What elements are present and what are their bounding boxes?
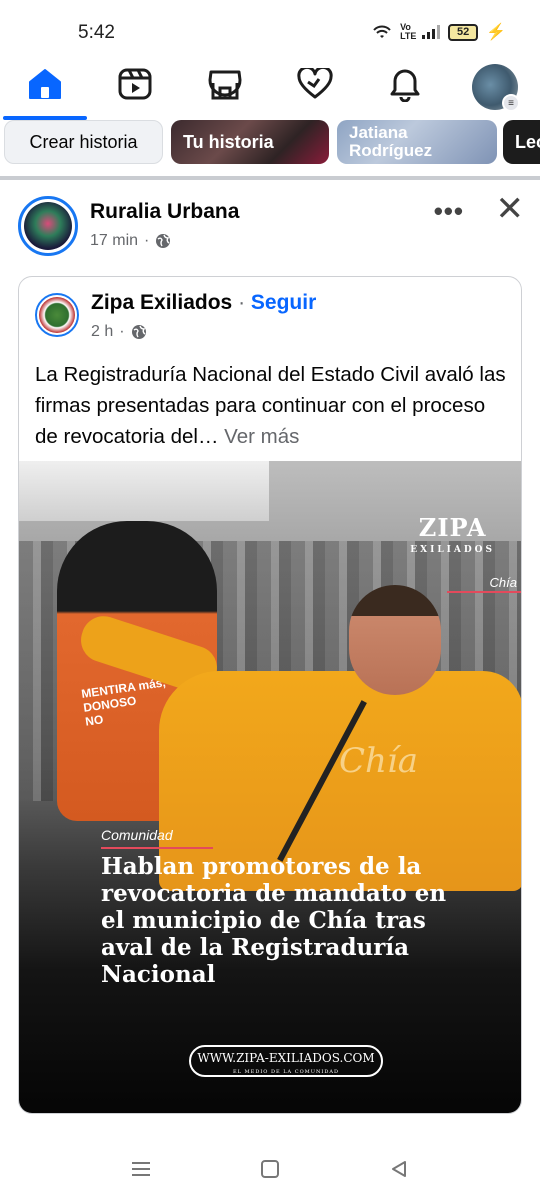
stories-row: Crear historia Tu historia Jatiana Rodrí… [0, 120, 540, 170]
status-icons: Vo LTE 52 ⚡ [372, 22, 506, 42]
tab-dating[interactable] [283, 62, 347, 120]
system-home-button[interactable] [250, 1152, 290, 1186]
top-nav: ≡ [0, 62, 540, 120]
create-story-button[interactable]: Crear historia [4, 120, 163, 164]
story-card[interactable]: Leo [503, 120, 540, 164]
shared-page-title-row: Zipa Exiliados · Seguir [91, 291, 316, 315]
close-icon[interactable]: ✕ [496, 192, 525, 226]
recents-icon [132, 1162, 150, 1176]
divider [0, 176, 540, 180]
tab-marketplace[interactable] [193, 62, 257, 120]
title-separator: · [238, 291, 246, 314]
marketplace-icon [208, 70, 242, 100]
volte-icon: Vo LTE [400, 22, 417, 41]
story-card[interactable]: Tu historia [171, 120, 329, 164]
shared-page-avatar[interactable] [35, 293, 79, 337]
page-avatar[interactable] [18, 196, 78, 256]
story-label: Tu historia [183, 131, 274, 152]
recents-button[interactable] [121, 1152, 161, 1186]
menu-icon: ≡ [502, 94, 520, 112]
bell-icon [390, 69, 420, 102]
image-headline: Hablan promotores de la revocatoria de m… [101, 853, 447, 988]
post-time[interactable]: 17 min [90, 232, 138, 250]
status-time: 5:42 [78, 22, 115, 43]
globe-icon [156, 234, 171, 248]
story-card[interactable]: Jatiana Rodríguez [337, 120, 497, 164]
system-nav-bar [0, 1138, 540, 1200]
image-url-subtext: EL MEDIO DE LA COMUNIDAD [232, 1069, 339, 1075]
page-logo [24, 202, 72, 250]
image-url-badge: WWW.ZIPA-EXILIADOS.COM EL MEDIO DE LA CO… [189, 1045, 383, 1077]
shared-post-header: Zipa Exiliados · Seguir 2 h · [35, 289, 505, 349]
story-label: Jatiana Rodríguez [349, 123, 433, 160]
home-icon [29, 69, 61, 99]
shared-post-card[interactable]: Zipa Exiliados · Seguir 2 h · La Registr… [18, 276, 522, 1114]
category-underline [101, 847, 213, 849]
heart-icon [297, 68, 333, 99]
image-location-tag: Chía [489, 575, 517, 590]
video-icon [118, 68, 152, 100]
post-meta: 17 min · [90, 232, 171, 250]
location-underline [447, 591, 521, 593]
image-sweater-text: Chía [339, 741, 419, 781]
shared-post-time[interactable]: 2 h [91, 323, 113, 341]
story-label: Leo [515, 131, 540, 152]
more-options-button[interactable]: ••• [434, 196, 464, 227]
image-url-text: WWW.ZIPA-EXILIADOS.COM [197, 1051, 375, 1065]
image-logo-text: ZIPA [418, 513, 487, 542]
image-banner-text: MENTIRA más, DONOSO NO [80, 675, 167, 729]
wifi-icon [373, 25, 391, 38]
back-button[interactable] [379, 1152, 419, 1186]
tab-home[interactable] [3, 62, 87, 120]
shared-post-meta: 2 h · [91, 323, 147, 341]
see-more-link[interactable]: Ver más [224, 425, 299, 448]
tab-video[interactable] [103, 62, 167, 120]
shared-page-name[interactable]: Zipa Exiliados [91, 291, 232, 314]
signal-icon [422, 25, 441, 39]
follow-button[interactable]: Seguir [251, 291, 316, 314]
back-icon [392, 1161, 406, 1177]
charging-icon: ⚡ [486, 24, 506, 41]
shared-page-logo [39, 297, 75, 333]
image-canopy [19, 461, 269, 521]
page-name[interactable]: Ruralia Urbana [90, 200, 239, 224]
post-image[interactable]: MENTIRA más, DONOSO NO Chía ZIPA EXILIAD… [19, 461, 521, 1113]
status-bar: 5:42 Vo LTE 52 ⚡ [0, 0, 540, 62]
avatar: ≡ [472, 64, 520, 112]
meta-separator: · [144, 232, 150, 249]
meta-separator: · [119, 323, 125, 340]
image-man-head [349, 585, 441, 695]
globe-icon [131, 325, 146, 339]
battery-icon: 52 [448, 23, 479, 41]
post-text: La Registraduría Nacional del Estado Civ… [35, 359, 511, 452]
image-category: Comunidad [101, 827, 173, 843]
image-logo-subtext: EXILIADOS [410, 545, 495, 555]
tab-profile-menu[interactable]: ≡ [463, 62, 527, 120]
tab-notifications[interactable] [373, 62, 437, 120]
home-square-icon [261, 1160, 279, 1178]
image-logo: ZIPA EXILIADOS [410, 516, 495, 561]
post-header: Ruralia Urbana 17 min · ••• ✕ [18, 192, 528, 260]
